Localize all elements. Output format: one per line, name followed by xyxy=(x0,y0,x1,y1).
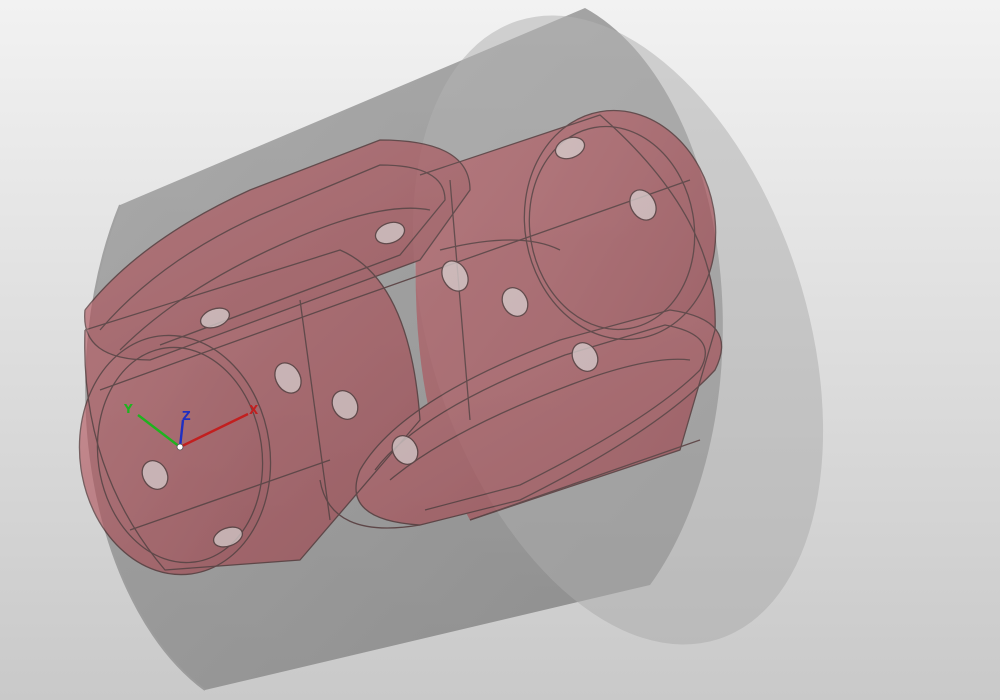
z-axis-label: Z xyxy=(182,409,191,423)
triad-origin xyxy=(176,443,184,451)
model-view[interactable]: X Y Z xyxy=(0,0,1000,700)
y-axis-label: Y xyxy=(123,402,133,416)
3d-viewport[interactable]: X Y Z xyxy=(0,0,1000,700)
x-axis-label: X xyxy=(249,403,259,417)
